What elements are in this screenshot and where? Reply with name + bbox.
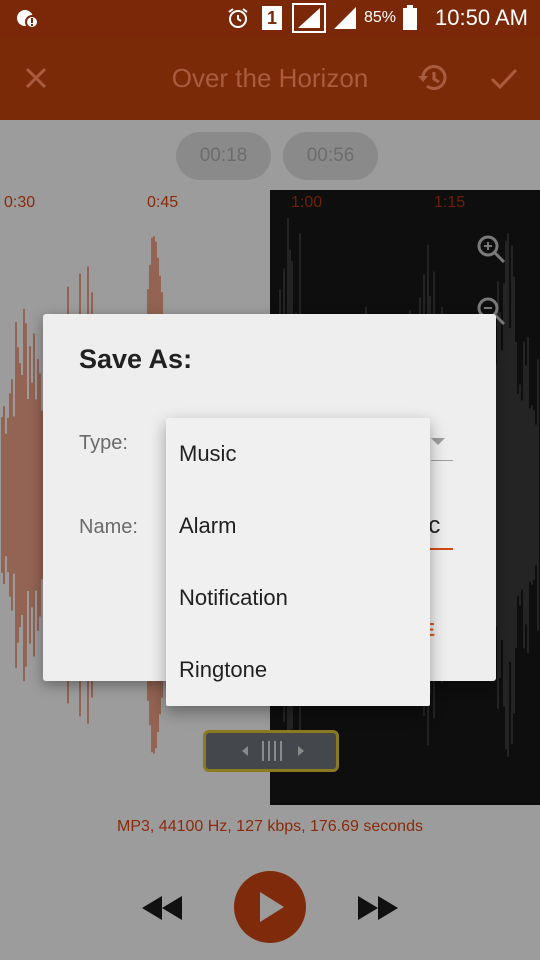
dropdown-option-music[interactable]: Music (166, 418, 430, 490)
play-button[interactable] (234, 871, 306, 943)
toolbar: Over the Horizon (0, 36, 540, 120)
close-icon (25, 67, 47, 89)
zoom-in-button[interactable] (474, 232, 508, 270)
name-label: Name: (79, 516, 138, 538)
fast-forward-icon (358, 896, 398, 920)
sim-number: 1 (262, 6, 282, 30)
dropdown-option-notification[interactable]: Notification (166, 562, 430, 634)
signal-icon-1 (292, 0, 326, 36)
rewind-button[interactable] (140, 888, 184, 932)
alarm-icon (226, 0, 250, 36)
type-label: Type: (79, 432, 128, 454)
type-dropdown-menu: Music Alarm Notification Ringtone (166, 418, 430, 706)
clock: 10:50 AM (435, 5, 528, 30)
notification-icon (16, 0, 38, 36)
status-bar: 1 85% 10:50 AM (0, 0, 540, 36)
tick-label: 1:15 (434, 194, 466, 211)
history-button[interactable] (413, 58, 453, 98)
history-icon (418, 65, 447, 90)
signal-icon-2 (332, 0, 358, 36)
close-button[interactable] (16, 58, 56, 98)
battery-percent: 85% (364, 9, 397, 26)
drag-handle-icon (242, 741, 304, 761)
end-time-pill[interactable]: 00:56 (283, 132, 378, 180)
tick-label: 0:30 (4, 194, 36, 211)
rewind-icon (142, 896, 182, 920)
sim-badge: 1 (262, 0, 282, 36)
battery-icon (402, 0, 418, 36)
type-dropdown-arrow-icon[interactable] (431, 438, 445, 445)
tick-label: 0:45 (147, 194, 179, 211)
confirm-button[interactable] (484, 58, 524, 98)
zoom-in-icon (477, 235, 506, 264)
dropdown-option-ringtone[interactable]: Ringtone (166, 634, 430, 706)
tick-label: 1:00 (291, 194, 323, 211)
start-time-pill[interactable]: 00:18 (176, 132, 271, 180)
selection-handle[interactable] (203, 730, 339, 772)
fast-forward-button[interactable] (356, 888, 400, 932)
dialog-title: Save As: (79, 344, 193, 374)
type-underline (431, 460, 453, 461)
dropdown-option-alarm[interactable]: Alarm (166, 490, 430, 562)
check-icon (490, 68, 518, 90)
play-icon (260, 892, 284, 922)
page-title: Over the Horizon (171, 62, 369, 93)
audio-info: MP3, 44100 Hz, 127 kbps, 176.69 seconds (117, 818, 423, 835)
